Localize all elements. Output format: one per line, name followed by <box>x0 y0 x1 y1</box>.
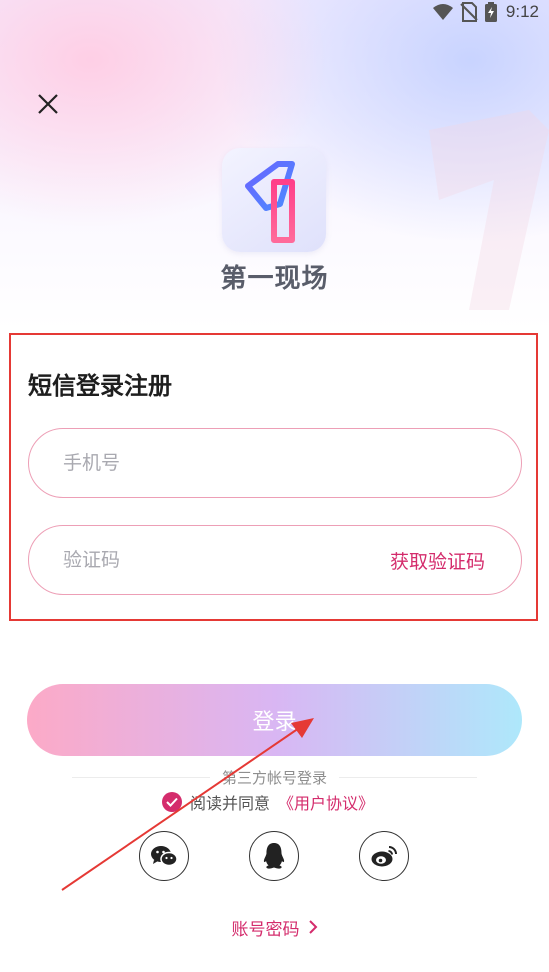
form-title: 短信登录注册 <box>28 372 172 400</box>
weibo-icon <box>371 846 397 867</box>
login-button[interactable]: 登录 <box>27 684 522 756</box>
account-password-label: 账号密码 <box>231 919 300 940</box>
phone-input[interactable] <box>63 429 363 497</box>
wechat-icon <box>151 846 178 867</box>
chevron-right-icon <box>308 920 317 934</box>
code-field[interactable]: 获取验证码 <box>28 525 522 595</box>
app-logo <box>222 148 326 252</box>
code-input[interactable] <box>63 526 363 594</box>
user-agreement-link[interactable]: 《用户协议》 <box>278 790 374 814</box>
wifi-icon <box>432 4 453 20</box>
status-bar: 9:12 <box>0 0 549 24</box>
battery-charging-icon <box>484 2 497 22</box>
app-logo-icon <box>245 161 295 243</box>
status-icons: 9:12 <box>432 2 539 22</box>
check-icon <box>166 797 178 807</box>
divider-line <box>339 776 478 778</box>
weibo-login-button[interactable] <box>359 831 409 881</box>
qq-icon <box>263 843 285 869</box>
no-sim-icon <box>460 2 478 22</box>
third-party-divider: 第三方帐号登录 <box>72 765 478 789</box>
agreement-row: 阅读并同意 《用户协议》 <box>162 790 374 814</box>
divider-line <box>72 776 210 778</box>
status-time: 9:12 <box>505 2 539 21</box>
agreement-checkbox[interactable] <box>162 792 182 812</box>
account-password-login-link[interactable]: 账号密码 <box>0 914 549 940</box>
agreement-text: 阅读并同意 <box>190 794 271 813</box>
wechat-login-button[interactable] <box>139 831 189 881</box>
app-name: 第一现场 <box>220 264 329 294</box>
third-party-label: 第三方帐号登录 <box>222 768 328 787</box>
close-button[interactable] <box>30 86 66 122</box>
get-code-button[interactable]: 获取验证码 <box>390 526 485 594</box>
close-icon <box>38 94 58 114</box>
qq-login-button[interactable] <box>249 831 299 881</box>
phone-field[interactable] <box>28 428 522 498</box>
